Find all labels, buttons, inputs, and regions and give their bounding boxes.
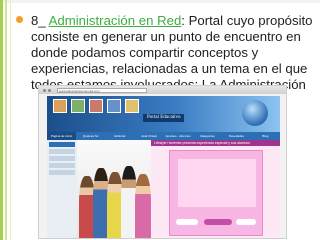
banner-photo	[53, 99, 67, 113]
nav-item: Página de inicio	[47, 132, 77, 140]
slide-accent-bar	[0, 0, 3, 240]
nav-item: Novedades	[228, 134, 244, 138]
featured-image-inner	[178, 159, 256, 207]
website-page: Portal Educativo Página de inicio Quiéne…	[39, 94, 286, 238]
website-screenshot: www.administracionenred.com Portal Educa…	[38, 85, 287, 239]
sidebar-row	[49, 170, 75, 175]
bullet-text: 8_ Administración en Red: Portal cuyo pr…	[31, 13, 316, 93]
sidebar-header	[49, 142, 75, 147]
address-bar: www.administracionenred.com	[57, 87, 147, 93]
nav-item: Categorías	[199, 134, 215, 138]
decoration	[176, 219, 198, 225]
slide-top-rule	[0, 0, 320, 3]
nav-item: Blog	[262, 134, 269, 138]
student-figure	[135, 174, 151, 238]
slide-accent-bar-tertiary	[10, 0, 11, 240]
browser-toolbar: www.administracionenred.com	[39, 86, 286, 94]
nav-item: Editorial	[114, 134, 126, 138]
bullet-icon	[16, 16, 23, 23]
sidebar-row	[49, 156, 75, 161]
students-photo	[77, 140, 151, 238]
back-icon	[43, 88, 46, 92]
nav-item: Quiénes Sx	[82, 134, 99, 138]
site-sidebar	[47, 140, 77, 238]
featured-panel: Lifestyle Harrenbe presenta experiencia …	[151, 140, 280, 238]
administracion-en-red-link[interactable]: Administración en Red	[49, 13, 182, 28]
bullet-paragraph: 8_ Administración en Red: Portal cuyo pr…	[16, 13, 316, 93]
banner-photo	[125, 99, 139, 113]
site-content: Lifestyle Harrenbe presenta experiencia …	[47, 140, 280, 238]
paragraph-prefix: 8_	[31, 13, 49, 28]
sidebar-row	[49, 149, 75, 154]
nav-item: Aula Virtual	[141, 134, 157, 138]
site-nav: Página de inicio Quiénes Sx Editorial Au…	[47, 132, 280, 140]
banner-photo	[89, 99, 103, 113]
sidebar-row	[49, 163, 75, 168]
featured-headline: Lifestyle Harrenbe presenta experiencia …	[151, 140, 280, 146]
decoration	[236, 219, 256, 225]
decoration	[204, 219, 232, 225]
site-logo: Portal Educativo	[143, 114, 185, 122]
slide-accent-bar-secondary	[5, 0, 7, 240]
forward-icon	[48, 88, 51, 92]
globe-icon	[242, 100, 268, 126]
site-banner: Portal Educativo	[47, 96, 280, 132]
nav-item: Apuntes - Alumnos	[165, 134, 191, 138]
banner-photo	[71, 99, 85, 113]
featured-image	[169, 150, 263, 236]
banner-photo	[107, 99, 121, 113]
